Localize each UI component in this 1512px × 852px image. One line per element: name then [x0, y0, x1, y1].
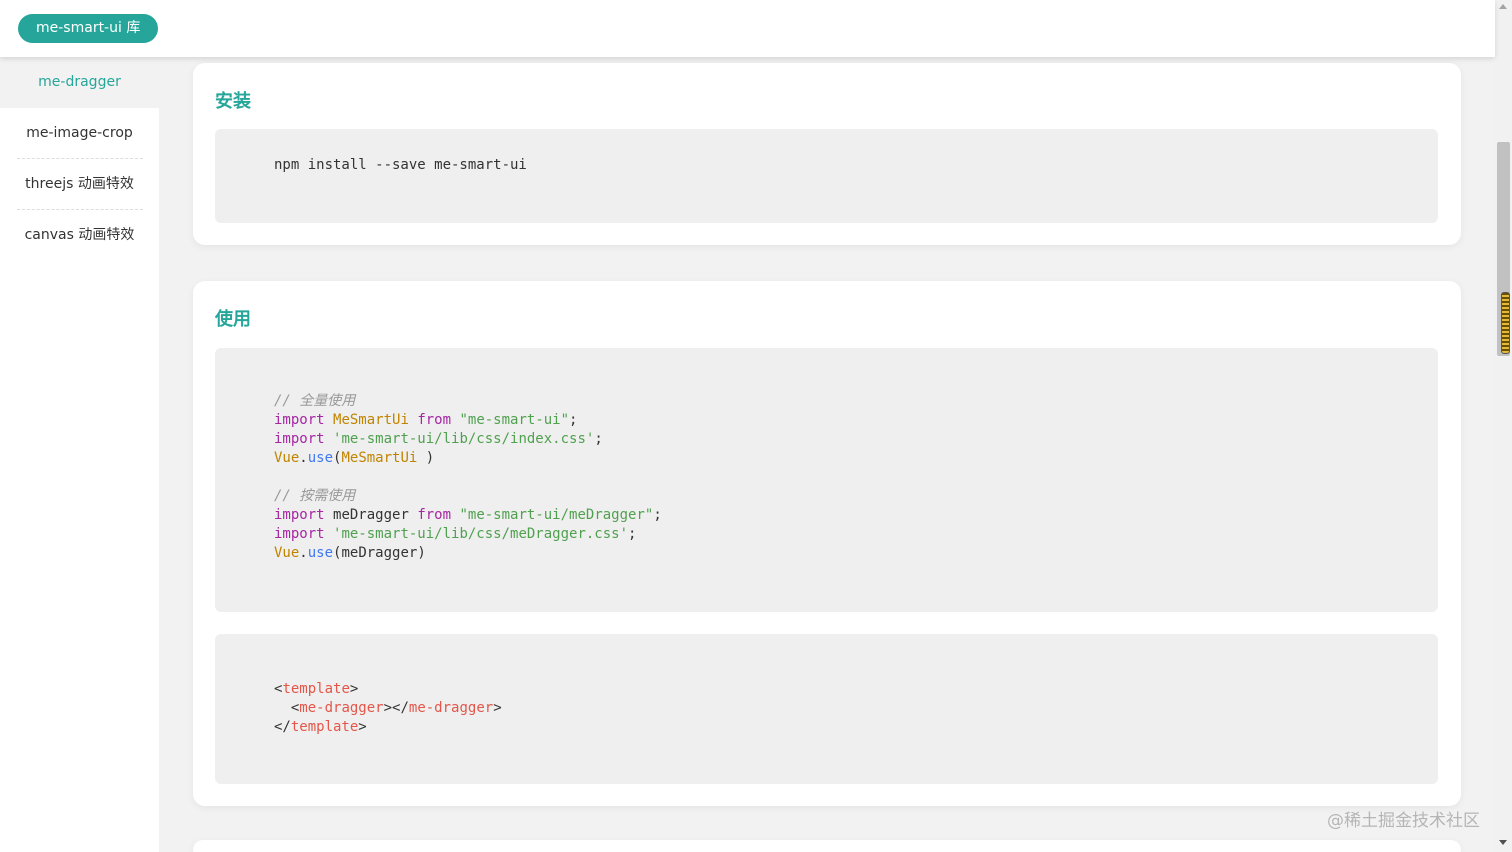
logo-button[interactable]: me-smart-ui 库 — [18, 14, 159, 43]
code-string: 'me-smart-ui/lib/css/index.css' — [333, 431, 595, 447]
code-class: MeSmartUi — [333, 412, 409, 428]
code-class: Vue — [274, 450, 300, 466]
scroll-down-arrow-icon[interactable] — [1499, 840, 1507, 845]
code-keyword: from — [417, 507, 452, 523]
code-comment: // 全量使用 — [274, 393, 356, 409]
js-code: // 全量使用 import MeSmartUi from "me-smart-… — [274, 393, 662, 561]
code-keyword: from — [417, 412, 452, 428]
code-class: MeSmartUi — [341, 450, 426, 466]
code-function: use — [307, 450, 334, 466]
code-string: "me-smart-ui" — [459, 412, 570, 428]
code-string: "me-smart-ui/meDragger" — [459, 507, 654, 523]
scroll-up-arrow-icon[interactable] — [1499, 4, 1507, 9]
code-string: 'me-smart-ui/lib/css/meDragger.css' — [333, 526, 629, 542]
scroll-grip-icon[interactable] — [1501, 292, 1510, 354]
install-card: 安装 npm install --save me-smart-ui — [193, 63, 1461, 245]
sidebar-item-threejs[interactable]: threejs 动画特效 — [0, 159, 159, 210]
install-title: 安装 — [215, 91, 251, 112]
code-tag: me-dragger — [408, 700, 494, 716]
top-header: me-smart-ui 库 — [0, 0, 1495, 57]
usage-template-code-block: <template> <me-dragger></me-dragger> </t… — [215, 634, 1438, 784]
usage-card: 使用 // 全量使用 import MeSmartUi from "me-sma… — [193, 281, 1461, 806]
usage-title: 使用 — [215, 309, 251, 330]
next-card — [193, 840, 1461, 852]
usage-js-code-block: // 全量使用 import MeSmartUi from "me-smart-… — [215, 348, 1438, 612]
code-class: Vue — [274, 545, 300, 561]
sidebar-item-canvas[interactable]: canvas 动画特效 — [0, 210, 159, 261]
code-tag: template — [282, 681, 350, 697]
template-code: <template> <me-dragger></me-dragger> </t… — [274, 681, 502, 735]
vertical-scrollbar[interactable] — [1495, 0, 1512, 852]
code-comment: // 按需使用 — [274, 488, 356, 504]
install-code-block: npm install --save me-smart-ui — [215, 129, 1438, 223]
sidebar-item-me-dragger[interactable]: me-dragger — [0, 57, 159, 108]
code-keyword: import — [274, 526, 325, 542]
install-command: npm install --save me-smart-ui — [274, 157, 527, 173]
code-function: use — [307, 545, 334, 561]
sidebar-item-me-image-crop[interactable]: me-image-crop — [0, 108, 159, 159]
code-keyword: import — [274, 431, 325, 447]
code-keyword: import — [274, 412, 325, 428]
code-identifier: meDragger — [341, 545, 418, 561]
sidebar-nav: me-dragger me-image-crop threejs 动画特效 ca… — [0, 57, 159, 852]
watermark-text: @稀土掘金技术社区 — [1327, 811, 1480, 831]
code-tag: template — [290, 719, 359, 735]
code-tag: me-dragger — [299, 700, 384, 716]
code-keyword: import — [274, 507, 325, 523]
code-identifier: meDragger — [333, 507, 409, 523]
